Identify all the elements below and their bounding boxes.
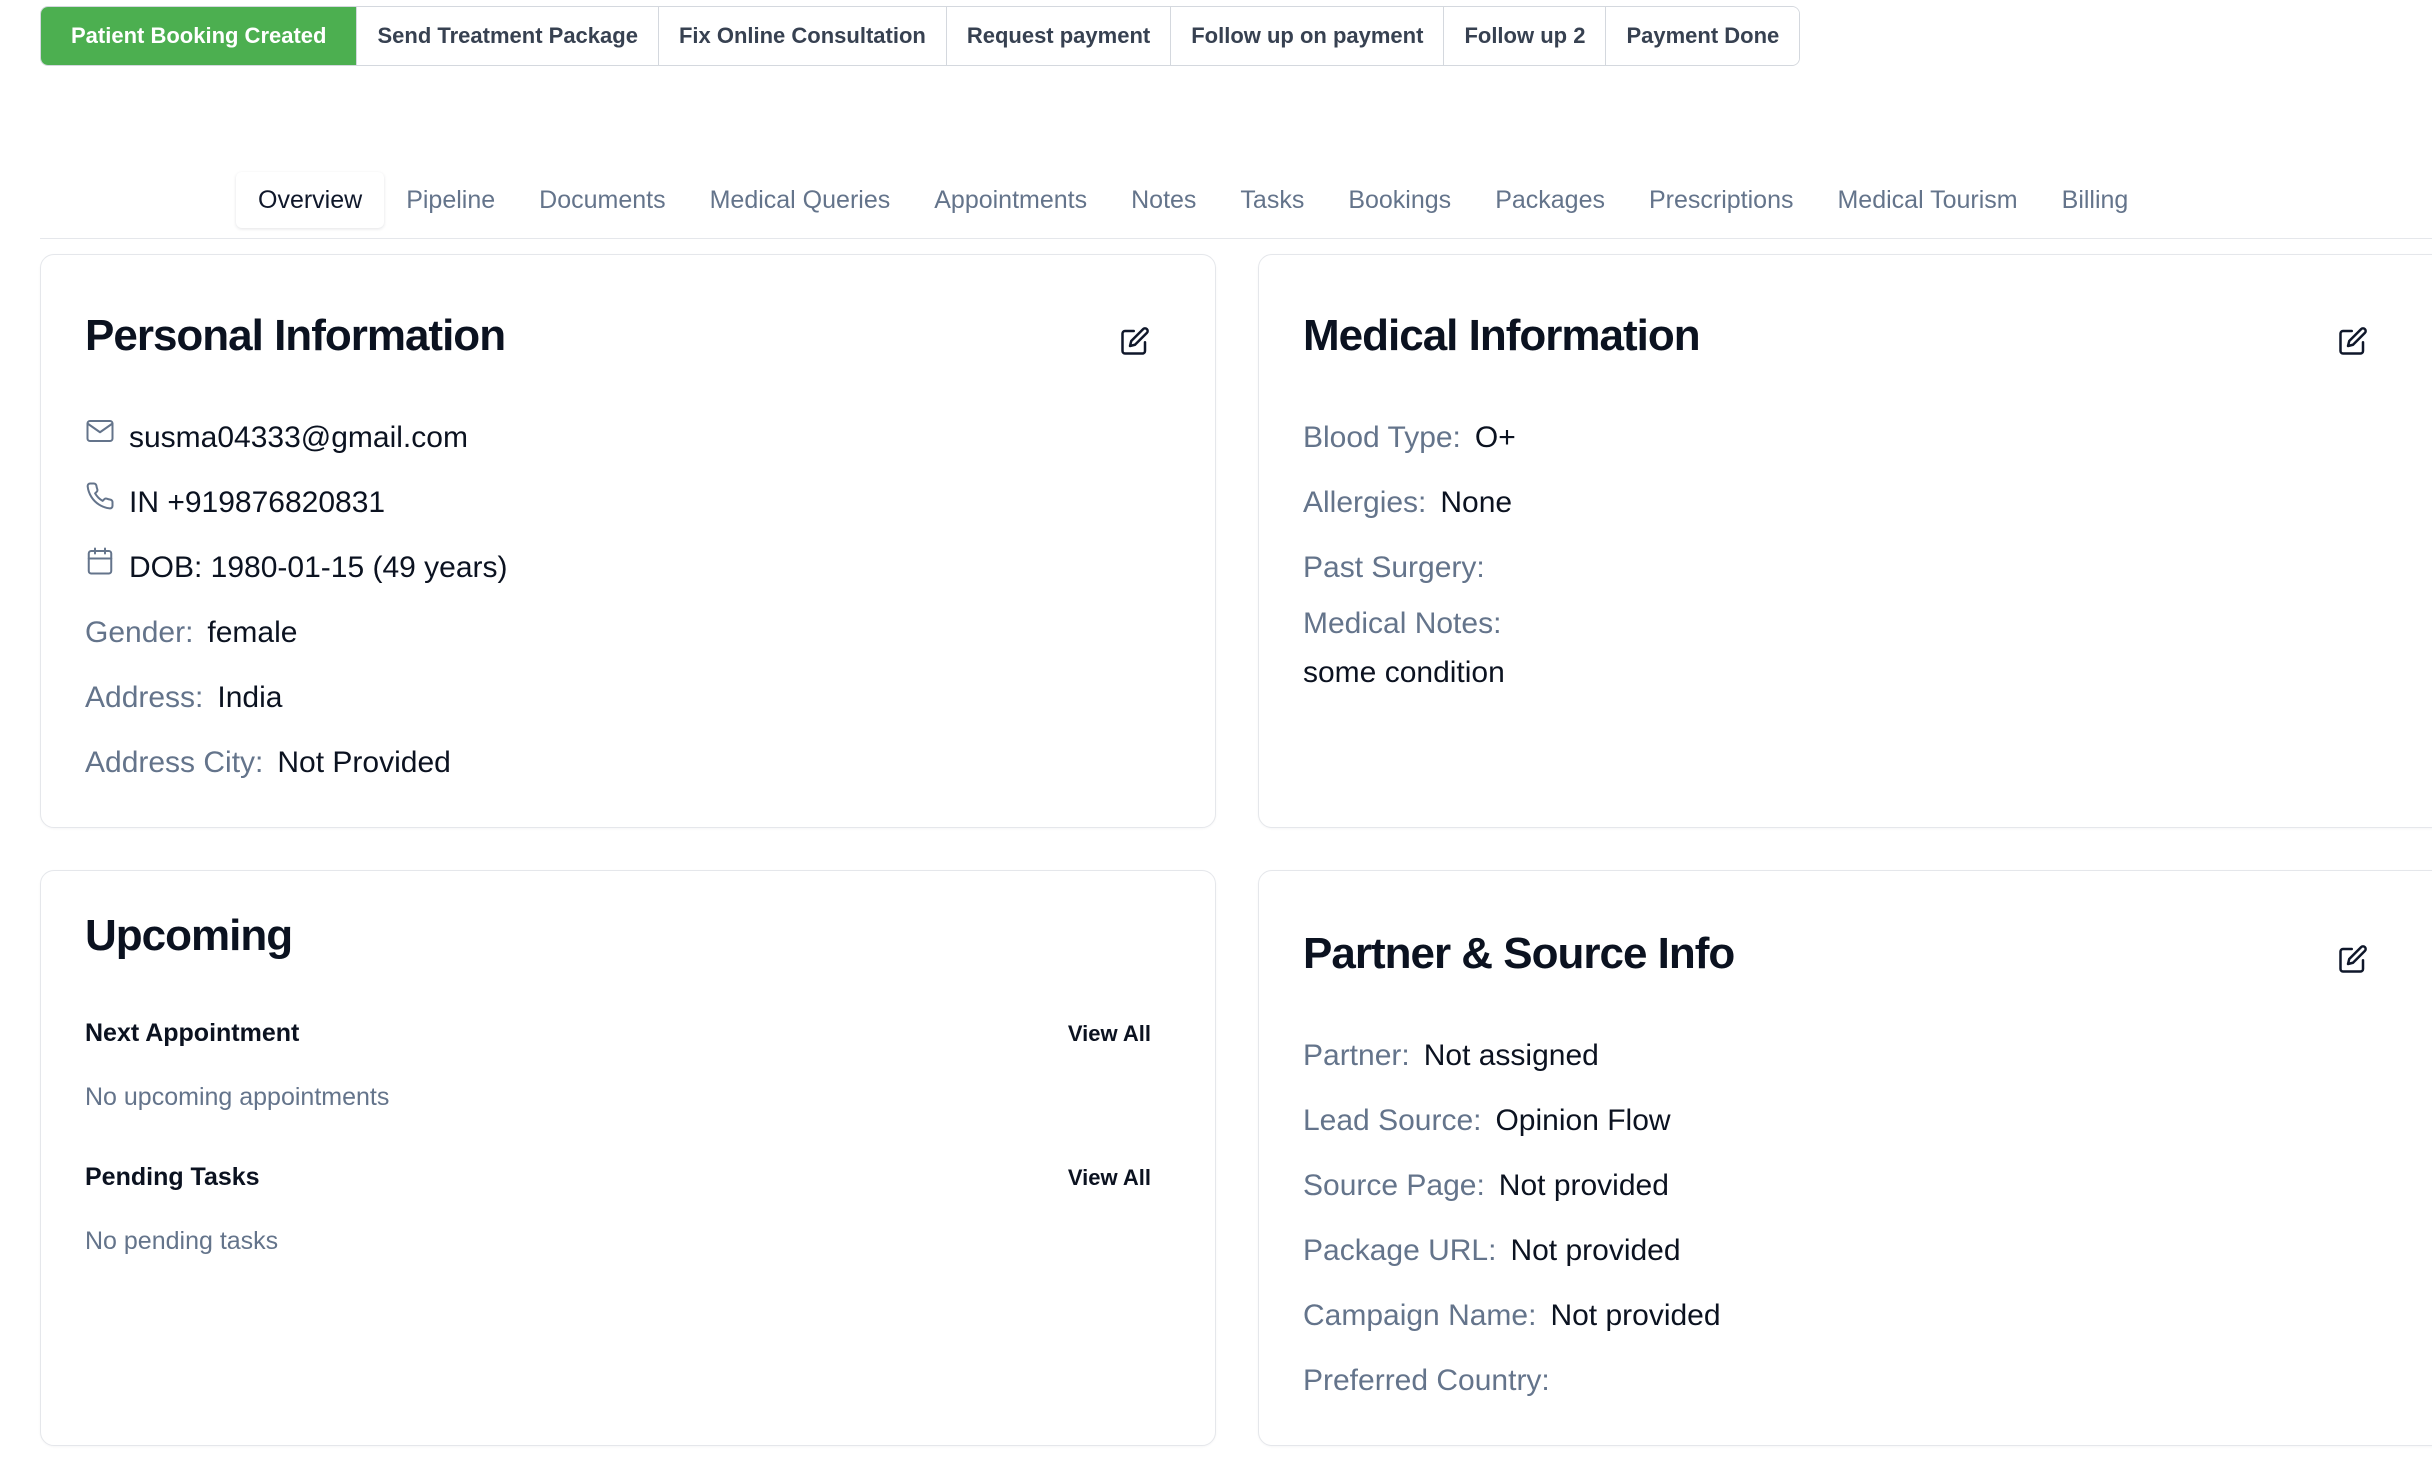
no-appointments-text: No upcoming appointments [85,1083,390,1111]
edit-icon [2339,945,2367,973]
phone-value: IN +919876820831 [129,485,386,519]
email-value: susma04333@gmail.com [129,420,468,454]
personal-rows: susma04333@gmail.com IN +919876820831 DO… [85,405,508,795]
gender-value: female [207,615,298,649]
stage-send-treatment-package[interactable]: Send Treatment Package [356,7,658,65]
dob-row: DOB: 1980-01-15 (49 years) [85,535,508,600]
preferred-country-row: Preferred Country: [1303,1348,1721,1413]
past-surgery-label: Past Surgery: [1303,550,1485,584]
allergies-value: None [1440,485,1513,519]
card-title: Personal Information [85,311,506,360]
lead-source-row: Lead Source: Opinion Flow [1303,1088,1721,1153]
partner-row: Partner: Not assigned [1303,1023,1721,1088]
medical-notes-value-row: some condition [1303,648,1516,698]
source-page-row: Source Page: Not provided [1303,1153,1721,1218]
email-row: susma04333@gmail.com [85,405,508,470]
stage-fix-online-consultation[interactable]: Fix Online Consultation [657,7,946,65]
allergies-row: Allergies: None [1303,470,1516,535]
tab-documents[interactable]: Documents [517,172,687,228]
card-title: Upcoming [85,911,293,960]
medical-rows: Blood Type: O+ Allergies: None Past Surg… [1303,405,1516,698]
partner-value: Not assigned [1423,1038,1599,1072]
next-appointment-header: Next Appointment View All [85,1019,1151,1048]
phone-icon [86,482,114,509]
tab-pipeline[interactable]: Pipeline [384,172,517,228]
medical-notes-row: Medical Notes: [1303,600,1516,648]
campaign-name-label: Campaign Name: [1303,1298,1537,1332]
partner-rows: Partner: Not assigned Lead Source: Opini… [1303,1023,1721,1413]
campaign-name-row: Campaign Name: Not provided [1303,1283,1721,1348]
source-page-value: Not provided [1498,1168,1669,1202]
stage-request-payment[interactable]: Request payment [945,7,1171,65]
medical-information-card: Medical Information Blood Type: O+ Aller… [1258,254,2432,828]
pending-tasks-header: Pending Tasks View All [85,1163,1151,1192]
stage-patient-booking-created[interactable]: Patient Booking Created [41,7,357,65]
calendar-icon [87,547,113,574]
medical-notes-value: some condition [1303,656,1505,689]
source-page-label: Source Page: [1303,1168,1485,1202]
campaign-name-value: Not provided [1550,1298,1721,1332]
tabs-divider [40,238,2432,239]
address-city-label: Address City: [85,745,264,779]
pipeline-stage-bar: Patient Booking Created Send Treatment P… [40,6,1801,66]
blood-type-row: Blood Type: O+ [1303,405,1516,470]
package-url-label: Package URL: [1303,1233,1497,1267]
tab-medical-queries[interactable]: Medical Queries [688,172,913,228]
upcoming-card: Upcoming Next Appointment View All No up… [40,870,1216,1446]
tab-tasks[interactable]: Tasks [1218,172,1326,228]
mail-icon [86,419,114,442]
address-value: India [217,680,283,714]
tab-bar: Overview Pipeline Documents Medical Quer… [236,172,2150,228]
tab-bookings[interactable]: Bookings [1326,172,1473,228]
address-label: Address: [85,680,204,714]
past-surgery-row: Past Surgery: [1303,535,1516,600]
gender-label: Gender: [85,615,194,649]
partner-source-card: Partner & Source Info Partner: Not assig… [1258,870,2432,1446]
address-row: Address: India [85,665,508,730]
next-appointment-title: Next Appointment [85,1019,300,1047]
stage-follow-up-on-payment[interactable]: Follow up on payment [1170,7,1444,65]
appointments-view-all-button[interactable]: View All [1068,1021,1151,1047]
gender-row: Gender: female [85,600,508,665]
phone-row: IN +919876820831 [85,470,508,535]
edit-icon [1121,327,1149,355]
edit-personal-button[interactable] [1115,321,1155,361]
lead-source-label: Lead Source: [1303,1103,1482,1137]
lead-source-value: Opinion Flow [1495,1103,1671,1137]
blood-type-label: Blood Type: [1303,420,1461,454]
tab-billing[interactable]: Billing [2040,172,2151,228]
edit-partner-button[interactable] [2333,939,2373,979]
package-url-row: Package URL: Not provided [1303,1218,1721,1283]
stage-follow-up-2[interactable]: Follow up 2 [1443,7,1606,65]
partner-label: Partner: [1303,1038,1410,1072]
allergies-label: Allergies: [1303,485,1427,519]
edit-icon [2339,327,2367,355]
pending-tasks-title: Pending Tasks [85,1163,260,1191]
preferred-country-label: Preferred Country: [1303,1363,1550,1397]
edit-medical-button[interactable] [2333,321,2373,361]
card-title: Medical Information [1303,311,1701,360]
address-city-row: Address City: Not Provided [85,730,508,795]
tab-medical-tourism[interactable]: Medical Tourism [1815,172,2039,228]
tab-packages[interactable]: Packages [1473,172,1627,228]
address-city-value: Not Provided [277,745,451,779]
stage-payment-done[interactable]: Payment Done [1605,7,1800,65]
no-tasks-text: No pending tasks [85,1227,279,1255]
tab-appointments[interactable]: Appointments [912,172,1109,228]
tab-prescriptions[interactable]: Prescriptions [1627,172,1816,228]
tab-overview[interactable]: Overview [236,172,385,228]
medical-notes-label: Medical Notes: [1303,607,1502,640]
dob-value: DOB: 1980-01-15 (49 years) [129,550,508,584]
package-url-value: Not provided [1510,1233,1681,1267]
tab-notes[interactable]: Notes [1109,172,1218,228]
card-title: Partner & Source Info [1303,929,1735,978]
tasks-view-all-button[interactable]: View All [1068,1165,1151,1191]
personal-information-card: Personal Information susma04333@gmail.co… [40,254,1216,828]
blood-type-value: O+ [1474,420,1516,454]
